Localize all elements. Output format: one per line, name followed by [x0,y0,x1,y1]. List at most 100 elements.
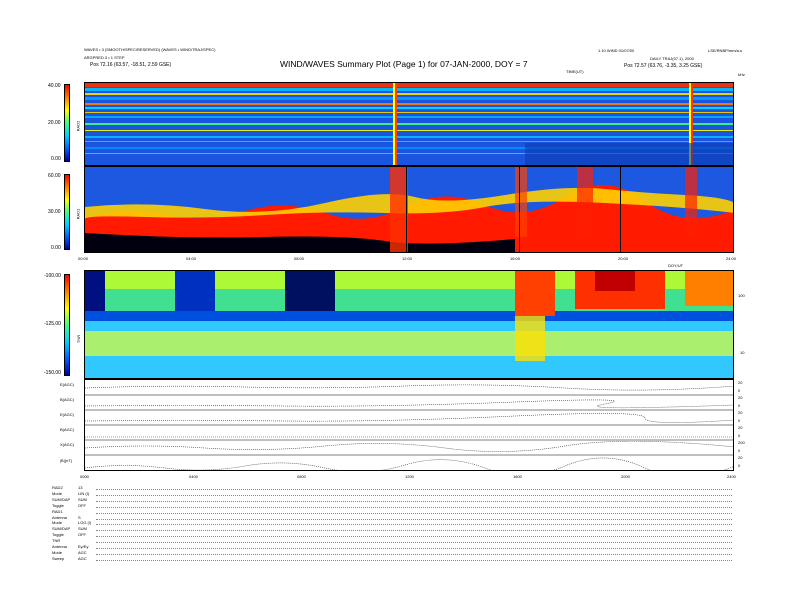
tnr-cbar-tick-bottom: -150.00 [44,370,61,376]
info-row-label: Mode [52,490,63,496]
rad2-colorbar [64,84,70,162]
rad1-time-tick-6: 24:00 [726,256,737,261]
rad1-colorbar [64,174,70,250]
info-row-label: Sweep [52,555,65,561]
rad2-spectrogram [84,82,734,166]
agc-traces-svg [85,384,733,470]
trace-right-tick-2b: 0 [738,403,741,408]
trace-right-tick-1b: 0 [738,388,741,393]
tnr-heatmap-svg [85,271,733,378]
trace-right-tick-6a: 20 [738,455,743,460]
rad2-cbar-tick-mid: 20.00 [48,120,61,126]
trace-right-tick-3a: 20 [738,410,743,415]
info-row-leader [96,559,732,561]
info-row-value: LOG (I) [78,520,92,526]
trace-right-tick-4a: 20 [738,425,743,430]
trace-time-tick-5: 2000 [621,474,630,479]
rad2-heatmap-svg [85,83,733,165]
trace-label-1: E(AGC) [60,382,74,387]
info-row-label: Antenna [52,514,67,520]
info-row-value: AGC [78,555,87,561]
rad1-ylabel: RAD1 [75,208,81,220]
rad1-heatmap-svg [85,167,733,252]
info-row-label: Toggle [52,532,64,538]
info-row-value: Ey/Ey [78,544,89,549]
trace-right-tick-1a: 20 [738,380,743,385]
header-left-info-3: Pos 72.16 (63.57, -18.51, 2.59 GSE) [90,62,172,68]
rad1-cbar-tick-top: 60.00 [48,173,61,179]
header-left-info-2: ARGPRED.3 • 1 STEP [84,55,125,60]
info-row-label: Mode [52,549,63,555]
info-row-label: Mode [52,520,63,526]
trace-label-2: B(AGC) [60,397,74,402]
info-row-value: OFF [78,532,86,538]
trace-time-tick-0: 0000 [80,474,89,479]
trace-right-tick-3b: 0 [738,418,741,423]
tnr-ylabel: TNR [76,334,82,344]
trace-right-tick-6b: 0 [738,463,741,468]
info-row-leader [96,489,732,490]
tnr-colorbar [64,274,70,376]
trace-right-tick-5b: 0 [738,448,741,453]
rad2-ylabel: RAD2 [75,120,81,132]
info-row-value: SUM [78,496,87,502]
trace-time-tick-3: 1200 [405,474,414,479]
rad2-cbar-tick-bottom: 0.00 [51,156,61,162]
info-row-leader [96,494,732,496]
header-right-info-3: Pos 72.57 (63.76, -3.35, 3.25 GSE) [624,63,703,69]
info-row-leader [96,524,732,526]
page-title: WIND/WAVES Summary Plot (Page 1) for 07-… [280,59,528,69]
info-row-value: OFF [78,502,86,508]
info-row-label: RAD2 [52,485,63,490]
info-row-label: Antenna [52,544,67,549]
rad1-spectrogram [84,166,734,253]
trace-time-tick-4: 1600 [513,474,522,479]
rad1-time-tick-0: 00:00 [78,256,89,261]
tnr-spectrogram [84,270,734,379]
tnr-right-tick-1: 100 [738,293,745,298]
trace-right-tick-2a: 20 [738,395,743,400]
trace-time-tick-6: 2400 [727,474,736,479]
info-row-leader [96,542,732,544]
info-row-label: Toggle [52,502,64,508]
top-axis-label: TIME(UT) [566,69,584,74]
rad1-time-tick-1: 04:00 [186,256,197,261]
rad1-time-tick-3: 12:00 [402,256,413,261]
info-row-leader [96,506,732,508]
rad1-cbar-tick-bottom: 0.00 [51,245,61,251]
rad1-time-tick-2: 08:00 [294,256,305,261]
info-row-label: SUM/DAP [52,526,71,532]
info-row-label: RAD1 [52,508,63,514]
trace-time-tick-2: 0800 [297,474,306,479]
top-axis-units: kHz [738,72,745,77]
info-row-label: TNR [52,538,61,544]
agc-traces-panel [84,379,734,471]
info-row-value: LIN (I) [78,490,90,496]
info-row-leader [96,536,732,538]
header-left-info-1: WAVES • 3 (SMOOTH/SPEC/RESERVED) (WAVES … [84,47,216,52]
info-table: RAD2 13 Mode LIN (I) SUM/DAP SUM Toggle OFF RAD1… [52,486,734,566]
info-row-leader [96,500,732,502]
info-row-leader [96,548,732,549]
tnr-cbar-tick-top: -100.00 [44,273,61,279]
trace-time-tick-1: 0400 [189,474,198,479]
trace-right-tick-4b: 0 [738,433,741,438]
info-row-label: SUM/DAP [52,496,71,502]
trace-label-3: E(AGC) [60,412,74,417]
trace-label-6: |B|(nT) [60,458,73,463]
header-right-top: LSE/RNBP/mm/a.s [708,48,743,53]
trace-right-tick-5a: 200 [738,440,745,445]
info-row-leader [96,553,732,555]
rad1-time-tick-4: 16:00 [510,256,521,261]
info-row-value: SUM [78,526,87,532]
info-row-leader [96,518,732,520]
header-right-info-2: DAILY TRAJ(07.1), 2000 [650,56,694,61]
info-row-value: S [78,514,81,520]
info-row-leader [96,512,732,514]
info-row-value: AGC [78,549,87,555]
rad1-x-annotation: DOY/UT [668,263,684,268]
info-row-value: 13 [78,485,83,490]
tnr-right-tick-2: 10 [740,350,745,355]
rad1-time-tick-5: 20:00 [618,256,629,261]
header-right-info-1: 1.10 WIND 01/07/00 [598,48,635,53]
